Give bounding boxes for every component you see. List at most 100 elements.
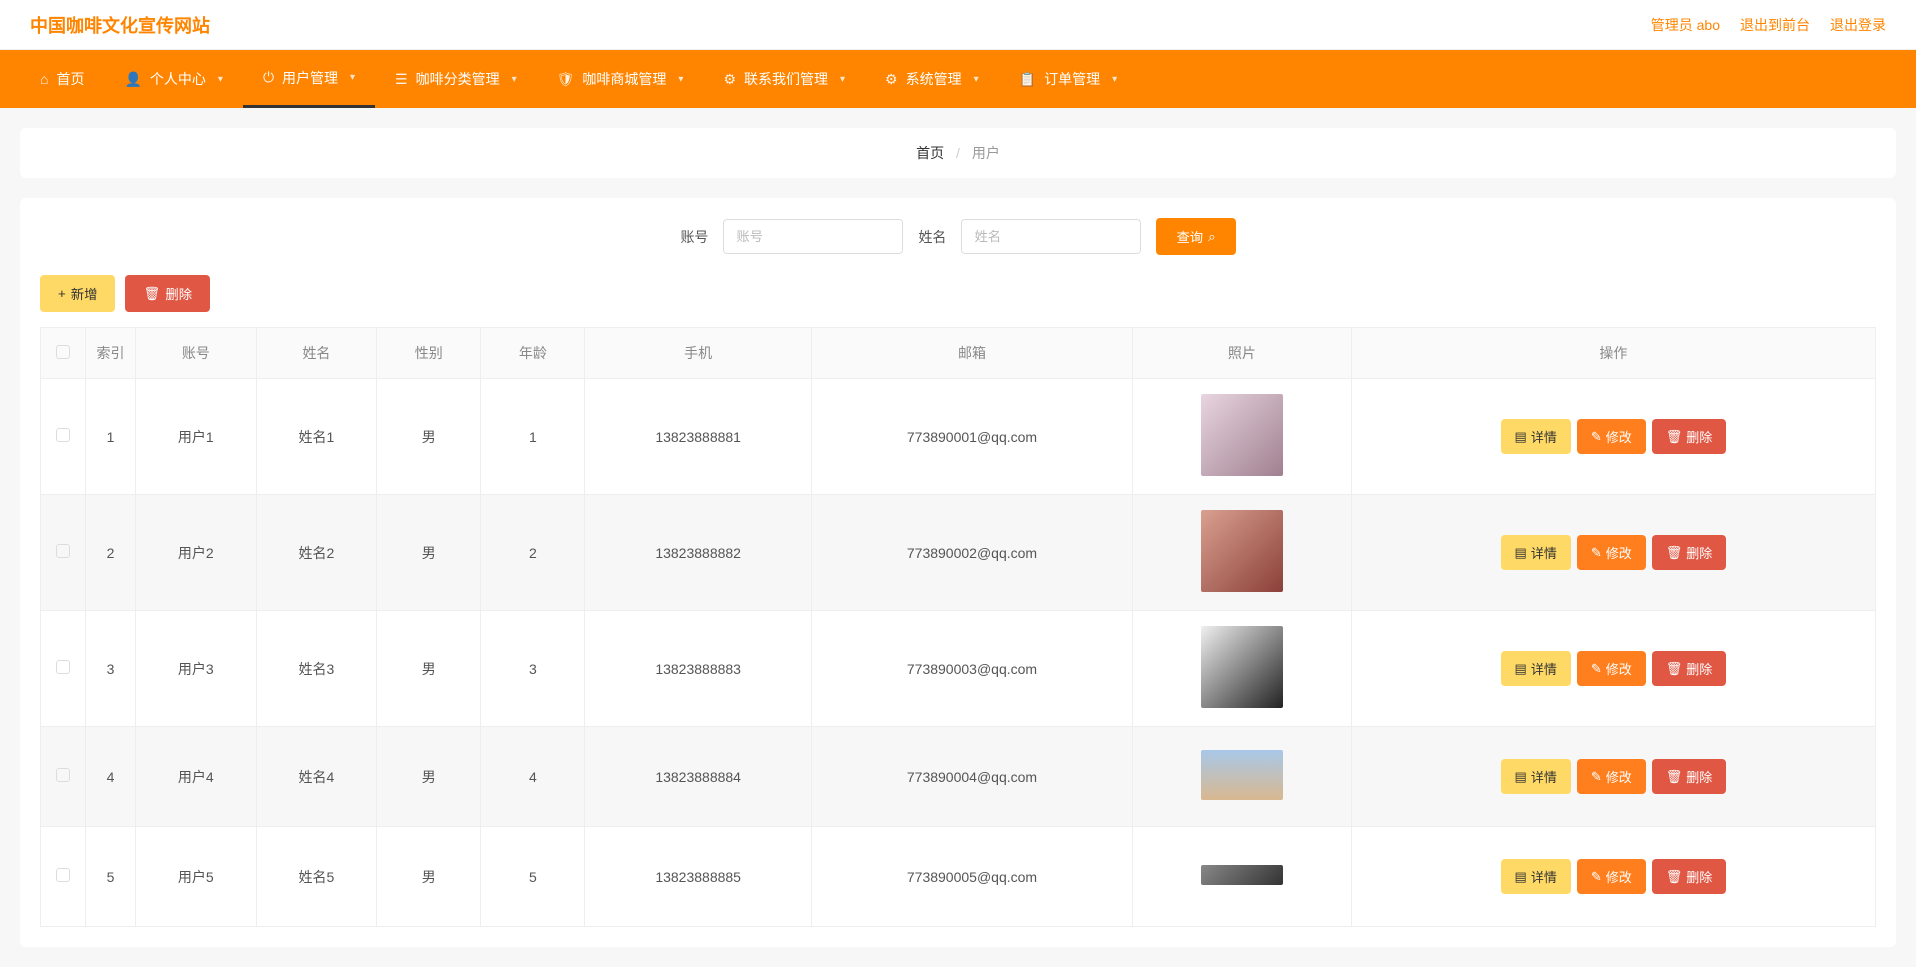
edit-button[interactable]: ✎ 修改 — [1577, 651, 1646, 686]
cell-index: 3 — [86, 611, 136, 727]
cell-gender: 男 — [377, 495, 481, 611]
cell-phone: 13823888883 — [585, 611, 812, 727]
account-input[interactable] — [723, 219, 903, 254]
detail-button[interactable]: ▤ 详情 — [1501, 759, 1571, 794]
chevron-down-icon: ▾ — [1112, 74, 1117, 85]
nav-icon: ⏻ — [263, 69, 274, 86]
nav-label: 联系我们管理 — [744, 69, 828, 89]
row-checkbox[interactable] — [56, 868, 70, 882]
add-button[interactable]: + 新增 — [40, 275, 115, 312]
cell-age: 1 — [481, 379, 585, 495]
delete-button[interactable]: 🗑 删除 — [1652, 759, 1727, 794]
avatar — [1201, 865, 1283, 885]
nav-item-6[interactable]: ⚙系统管理▾ — [865, 50, 999, 108]
edit-icon: ✎ — [1591, 545, 1602, 561]
nav-icon: ⚙ — [723, 71, 736, 88]
trash-icon: 🗑 — [1666, 661, 1683, 677]
name-label: 姓名 — [918, 227, 946, 247]
edit-button[interactable]: ✎ 修改 — [1577, 419, 1646, 454]
doc-icon: ▤ — [1515, 429, 1527, 445]
cell-phone: 13823888885 — [585, 827, 812, 927]
header-right: 管理员 abo 退出到前台 退出登录 — [1651, 15, 1886, 35]
table-row: 5 用户5 姓名5 男 5 13823888885 773890005@qq.c… — [41, 827, 1876, 927]
cell-gender: 男 — [377, 379, 481, 495]
logout-link[interactable]: 退出登录 — [1830, 15, 1886, 35]
detail-button[interactable]: ▤ 详情 — [1501, 859, 1571, 894]
cell-name: 姓名3 — [256, 611, 377, 727]
th-index: 索引 — [86, 328, 136, 379]
edit-icon: ✎ — [1591, 769, 1602, 785]
cell-index: 5 — [86, 827, 136, 927]
cell-age: 5 — [481, 827, 585, 927]
edit-button[interactable]: ✎ 修改 — [1577, 535, 1646, 570]
row-checkbox[interactable] — [56, 544, 70, 558]
breadcrumb: 首页 / 用户 — [20, 128, 1896, 178]
cell-account: 用户2 — [136, 495, 257, 611]
delete-button-top[interactable]: 🗑 删除 — [125, 275, 210, 312]
edit-button[interactable]: ✎ 修改 — [1577, 759, 1646, 794]
doc-icon: ▤ — [1515, 769, 1527, 785]
nav-label: 咖啡分类管理 — [416, 69, 500, 89]
cell-age: 2 — [481, 495, 585, 611]
delete-button[interactable]: 🗑 删除 — [1652, 651, 1727, 686]
main-panel: 账号 姓名 查询 ⌕ + 新增 🗑 删除 索引 — [20, 198, 1896, 947]
avatar — [1201, 510, 1283, 592]
cell-phone: 13823888882 — [585, 495, 812, 611]
row-checkbox[interactable] — [56, 428, 70, 442]
cell-gender: 男 — [377, 827, 481, 927]
nav-item-3[interactable]: ☰咖啡分类管理▾ — [375, 50, 537, 108]
top-header: 中国咖啡文化宣传网站 管理员 abo 退出到前台 退出登录 — [0, 0, 1916, 50]
nav-label: 首页 — [56, 69, 84, 89]
nav-item-0[interactable]: ⌂首页 — [20, 50, 104, 108]
table-row: 4 用户4 姓名4 男 4 13823888884 773890004@qq.c… — [41, 727, 1876, 827]
nav-item-1[interactable]: 👤个人中心▾ — [104, 50, 242, 108]
row-checkbox[interactable] — [56, 660, 70, 674]
th-email: 邮箱 — [811, 328, 1132, 379]
table-row: 3 用户3 姓名3 男 3 13823888883 773890003@qq.c… — [41, 611, 1876, 727]
data-table: 索引 账号 姓名 性别 年龄 手机 邮箱 照片 操作 1 用户1 姓名1 男 1… — [40, 327, 1876, 927]
chevron-down-icon: ▾ — [512, 74, 517, 85]
nav-item-5[interactable]: ⚙联系我们管理▾ — [703, 50, 865, 108]
cell-name: 姓名5 — [256, 827, 377, 927]
detail-button[interactable]: ▤ 详情 — [1501, 535, 1571, 570]
detail-button[interactable]: ▤ 详情 — [1501, 419, 1571, 454]
delete-button[interactable]: 🗑 删除 — [1652, 419, 1727, 454]
nav-icon: ⚙ — [885, 71, 898, 88]
cell-age: 3 — [481, 611, 585, 727]
trash-icon: 🗑 — [1666, 869, 1683, 885]
search-button[interactable]: 查询 ⌕ — [1156, 218, 1235, 255]
trash-icon: 🗑 — [1666, 545, 1683, 561]
nav-item-7[interactable]: 📋订单管理▾ — [999, 50, 1137, 108]
avatar — [1201, 626, 1283, 708]
delete-button[interactable]: 🗑 删除 — [1652, 535, 1727, 570]
chevron-down-icon: ▾ — [974, 74, 979, 85]
avatar — [1201, 750, 1283, 800]
breadcrumb-current: 用户 — [972, 145, 1000, 161]
plus-icon: + — [58, 286, 66, 301]
back-to-front-link[interactable]: 退出到前台 — [1740, 15, 1810, 35]
breadcrumb-home[interactable]: 首页 — [916, 145, 944, 161]
nav-item-4[interactable]: 🛡咖啡商城管理▾ — [537, 50, 704, 108]
detail-button[interactable]: ▤ 详情 — [1501, 651, 1571, 686]
cell-email: 773890003@qq.com — [811, 611, 1132, 727]
delete-button-top-label: 删除 — [165, 284, 192, 303]
nav-item-2[interactable]: ⏻用户管理▾ — [243, 50, 375, 108]
trash-icon: 🗑 — [1666, 429, 1683, 445]
delete-button[interactable]: 🗑 删除 — [1652, 859, 1727, 894]
admin-name-link[interactable]: 管理员 abo — [1651, 15, 1720, 35]
breadcrumb-sep: / — [956, 145, 960, 161]
cell-account: 用户4 — [136, 727, 257, 827]
cell-email: 773890002@qq.com — [811, 495, 1132, 611]
site-title: 中国咖啡文化宣传网站 — [30, 12, 210, 38]
account-label: 账号 — [680, 227, 708, 247]
table-row: 1 用户1 姓名1 男 1 13823888881 773890001@qq.c… — [41, 379, 1876, 495]
th-name: 姓名 — [256, 328, 377, 379]
row-checkbox[interactable] — [56, 768, 70, 782]
chevron-down-icon: ▾ — [350, 72, 355, 83]
name-input[interactable] — [961, 219, 1141, 254]
nav-icon: 🛡 — [557, 71, 575, 88]
th-photo: 照片 — [1133, 328, 1352, 379]
edit-button[interactable]: ✎ 修改 — [1577, 859, 1646, 894]
check-all[interactable] — [56, 345, 70, 359]
cell-name: 姓名2 — [256, 495, 377, 611]
